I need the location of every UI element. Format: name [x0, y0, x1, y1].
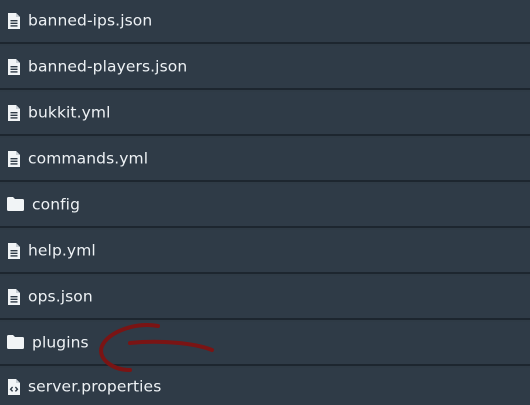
folder-icon: [7, 335, 25, 351]
file-icon: [7, 151, 23, 167]
file-list: banned-ips.json banned-players.json bukk…: [0, 0, 530, 405]
file-row-server-properties[interactable]: server.properties: [0, 368, 530, 405]
file-row-commands[interactable]: commands.yml: [0, 138, 530, 182]
file-name: server.properties: [28, 377, 162, 396]
file-name: banned-ips.json: [28, 11, 153, 30]
file-name: ops.json: [28, 287, 93, 306]
file-code-icon: [7, 378, 23, 395]
file-row-ops[interactable]: ops.json: [0, 276, 530, 320]
folder-row-config[interactable]: config: [0, 184, 530, 228]
file-name: bukkit.yml: [28, 103, 111, 122]
file-name: help.yml: [28, 241, 96, 260]
folder-row-plugins[interactable]: plugins: [0, 322, 530, 366]
file-row-banned-ips[interactable]: banned-ips.json: [0, 0, 530, 44]
file-row-banned-players[interactable]: banned-players.json: [0, 46, 530, 90]
file-icon: [7, 59, 23, 75]
file-icon: [7, 13, 23, 29]
file-name: commands.yml: [28, 149, 149, 168]
file-row-bukkit[interactable]: bukkit.yml: [0, 92, 530, 136]
file-row-help[interactable]: help.yml: [0, 230, 530, 274]
file-name: banned-players.json: [28, 57, 188, 76]
folder-name: config: [32, 195, 81, 214]
folder-name: plugins: [32, 333, 89, 352]
folder-icon: [7, 197, 25, 213]
file-icon: [7, 243, 23, 259]
file-icon: [7, 289, 23, 305]
file-icon: [7, 105, 23, 121]
